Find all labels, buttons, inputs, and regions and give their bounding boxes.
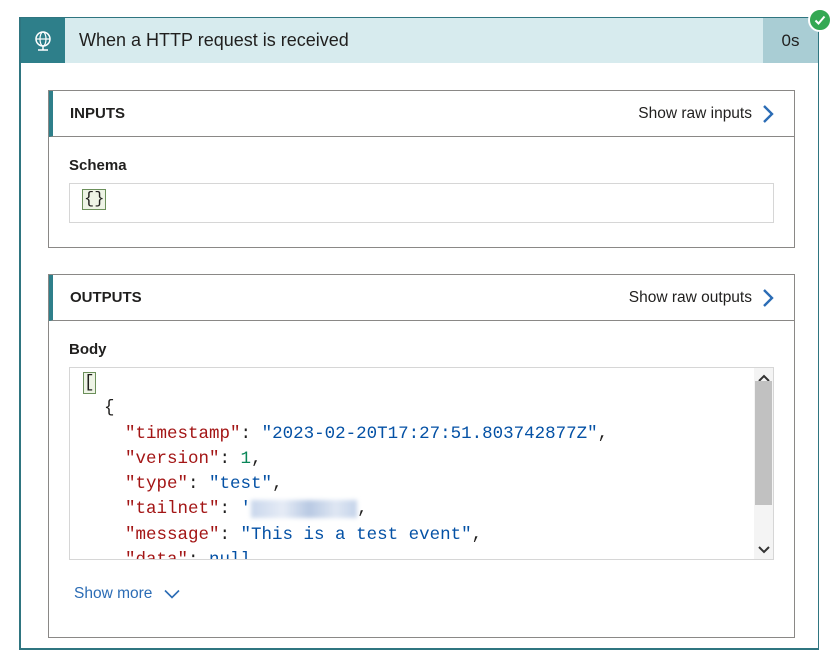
code-value: 1 bbox=[240, 448, 252, 469]
code-open-brace: { bbox=[104, 398, 115, 419]
code-scrollbar[interactable] bbox=[754, 368, 773, 559]
show-raw-outputs-link[interactable]: Show raw outputs bbox=[629, 288, 774, 308]
show-raw-inputs-link[interactable]: Show raw inputs bbox=[638, 104, 774, 124]
show-more-label: Show more bbox=[74, 585, 153, 602]
show-raw-inputs-label: Show raw inputs bbox=[638, 104, 752, 122]
inputs-header: INPUTS Show raw inputs bbox=[49, 91, 794, 137]
redacted-value bbox=[251, 499, 358, 518]
code-value: "test" bbox=[209, 474, 273, 495]
trigger-title: When a HTTP request is received bbox=[79, 30, 349, 50]
code-key: "message" bbox=[125, 524, 220, 545]
schema-field[interactable]: {} bbox=[69, 183, 774, 223]
code-key: "type" bbox=[125, 474, 189, 495]
chevron-right-icon bbox=[763, 104, 774, 123]
schema-label: Schema bbox=[69, 157, 127, 174]
code-value: "This is a test event" bbox=[240, 524, 472, 545]
body-label: Body bbox=[69, 341, 107, 358]
json-code: [ { "timestamp": "2023-02-20T17:27:51.80… bbox=[83, 371, 608, 559]
chevron-right-icon bbox=[763, 288, 774, 307]
code-key: "tailnet" bbox=[125, 499, 220, 520]
chevron-down-icon bbox=[164, 589, 180, 599]
code-key: "version" bbox=[125, 448, 220, 469]
body-code-viewer[interactable]: [ { "timestamp": "2023-02-20T17:27:51.80… bbox=[69, 367, 774, 560]
code-value: ' bbox=[240, 499, 252, 520]
http-request-icon bbox=[21, 18, 65, 63]
inputs-title: INPUTS bbox=[70, 105, 126, 122]
show-raw-outputs-label: Show raw outputs bbox=[628, 288, 752, 306]
outputs-header: OUTPUTS Show raw outputs bbox=[49, 275, 794, 321]
inputs-section: INPUTS Show raw inputs Schema {} bbox=[48, 90, 795, 248]
schema-value: {} bbox=[82, 189, 107, 210]
code-key: "data" bbox=[125, 550, 188, 559]
scrollbar-thumb[interactable] bbox=[755, 381, 772, 505]
outputs-section: OUTPUTS Show raw outputs Body [ { "times… bbox=[48, 274, 795, 638]
code-open-bracket: [ bbox=[83, 372, 96, 394]
code-value: null bbox=[209, 550, 251, 559]
scroll-down-icon[interactable] bbox=[754, 540, 773, 559]
code-key: "timestamp" bbox=[125, 423, 241, 444]
code-value: "2023-02-20T17:27:51.803742877Z" bbox=[261, 423, 598, 444]
outputs-title: OUTPUTS bbox=[70, 289, 142, 306]
trigger-header[interactable]: When a HTTP request is received 0s bbox=[21, 18, 818, 63]
show-more-link[interactable]: Show more bbox=[74, 585, 794, 603]
success-check-icon bbox=[808, 8, 832, 32]
